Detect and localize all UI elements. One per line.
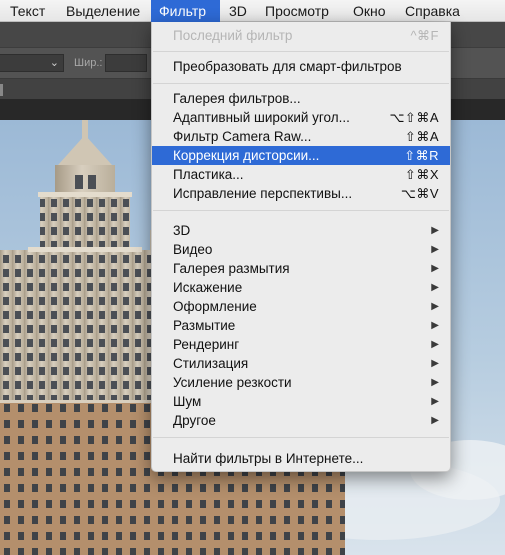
submenu-blur-gallery[interactable]: Галерея размытия ▶ [152, 259, 450, 278]
camera-raw-shortcut: ⇧⌘A [404, 129, 439, 144]
menu-item-camera-raw[interactable]: Фильтр Camera Raw... ⇧⌘A [152, 127, 450, 146]
submenu-arrow-icon: ▶ [431, 377, 439, 388]
submenu-arrow-icon: ▶ [431, 301, 439, 312]
chevron-down-icon: ⌄ [49, 57, 59, 69]
browse-online-label: Найти фильтры в Интернете... [173, 451, 364, 466]
vanishing-point-shortcut: ⌥⌘V [400, 186, 439, 201]
width-label: Шир.: [74, 57, 103, 69]
submenu-label: Усиление резкости [173, 375, 292, 390]
submenu-other[interactable]: Другое ▶ [152, 411, 450, 430]
menu-item-adaptive-wide-angle[interactable]: Адаптивный широкий угол... ⌥⇧⌘A [152, 108, 450, 127]
camera-raw-label: Фильтр Camera Raw... [173, 129, 312, 144]
submenu-arrow-icon: ▶ [431, 396, 439, 407]
menu-select[interactable]: Выделение [58, 0, 148, 22]
menu-3d[interactable]: 3D [221, 0, 255, 22]
menu-help[interactable]: Справка [397, 0, 468, 22]
adaptive-wide-shortcut: ⌥⇧⌘A [389, 110, 439, 125]
menu-filter[interactable]: Фильтр [151, 0, 220, 22]
submenu-label: Оформление [173, 299, 257, 314]
submenu-arrow-icon: ▶ [431, 320, 439, 331]
menu-separator [153, 437, 449, 438]
tool-preset-select[interactable]: ⌄ [0, 54, 64, 72]
submenu-blur[interactable]: Размытие ▶ [152, 316, 450, 335]
menu-item-lens-correction[interactable]: Коррекция дисторсии... ⇧⌘R [152, 146, 450, 165]
lens-correction-label: Коррекция дисторсии... [173, 148, 320, 163]
submenu-distort[interactable]: Искажение ▶ [152, 278, 450, 297]
lens-correction-shortcut: ⇧⌘R [404, 148, 439, 163]
submenu-label: Размытие [173, 318, 236, 333]
submenu-arrow-icon: ▶ [431, 339, 439, 350]
submenu-noise[interactable]: Шум ▶ [152, 392, 450, 411]
adaptive-wide-label: Адаптивный широкий угол... [173, 110, 350, 125]
tab-grip [0, 84, 3, 96]
submenu-label: Рендеринг [173, 337, 240, 352]
menu-item-last-filter[interactable]: Последний фильтр ^⌘F [152, 26, 450, 45]
submenu-arrow-icon: ▶ [431, 282, 439, 293]
filter-menu: Последний фильтр ^⌘F Преобразовать для с… [151, 22, 451, 472]
submenu-arrow-icon: ▶ [431, 244, 439, 255]
submenu-label: Видео [173, 242, 213, 257]
submenu-label: Стилизация [173, 356, 249, 371]
submenu-arrow-icon: ▶ [431, 263, 439, 274]
menu-bar: Текст Выделение Фильтр 3D Просмотр Окно … [0, 0, 505, 22]
submenu-video[interactable]: Видео ▶ [152, 240, 450, 259]
submenu-arrow-icon: ▶ [431, 225, 439, 236]
submenu-label: Галерея размытия [173, 261, 290, 276]
submenu-render[interactable]: Рендеринг ▶ [152, 335, 450, 354]
submenu-sharpen[interactable]: Усиление резкости ▶ [152, 373, 450, 392]
menu-separator [153, 83, 449, 84]
menu-item-browse-filters-online[interactable]: Найти фильтры в Интернете... [152, 449, 450, 468]
menu-view[interactable]: Просмотр [257, 0, 337, 22]
last-filter-shortcut: ^⌘F [410, 28, 439, 43]
submenu-stylize[interactable]: Стилизация ▶ [152, 354, 450, 373]
submenu-label: Другое [173, 413, 216, 428]
liquify-label: Пластика... [173, 167, 244, 182]
menu-text[interactable]: Текст [2, 0, 53, 22]
menu-separator [153, 210, 449, 211]
menu-separator [153, 51, 449, 52]
submenu-label: 3D [173, 223, 191, 238]
convert-smart-label: Преобразовать для смарт-фильтров [173, 59, 402, 74]
submenu-stylize-design[interactable]: Оформление ▶ [152, 297, 450, 316]
submenu-label: Шум [173, 394, 202, 409]
last-filter-label: Последний фильтр [173, 28, 293, 43]
menu-item-liquify[interactable]: Пластика... ⇧⌘X [152, 165, 450, 184]
submenu-arrow-icon: ▶ [431, 415, 439, 426]
submenu-3d[interactable]: 3D ▶ [152, 221, 450, 240]
width-input[interactable] [105, 54, 147, 72]
menu-item-vanishing-point[interactable]: Исправление перспективы... ⌥⌘V [152, 184, 450, 203]
liquify-shortcut: ⇧⌘X [404, 167, 439, 182]
menu-window[interactable]: Окно [345, 0, 394, 22]
menu-item-convert-smart-filters[interactable]: Преобразовать для смарт-фильтров [152, 57, 450, 76]
submenu-label: Искажение [173, 280, 243, 295]
menu-item-filter-gallery[interactable]: Галерея фильтров... [152, 89, 450, 108]
filter-gallery-label: Галерея фильтров... [173, 91, 301, 106]
vanishing-point-label: Исправление перспективы... [173, 186, 353, 201]
submenu-arrow-icon: ▶ [431, 358, 439, 369]
